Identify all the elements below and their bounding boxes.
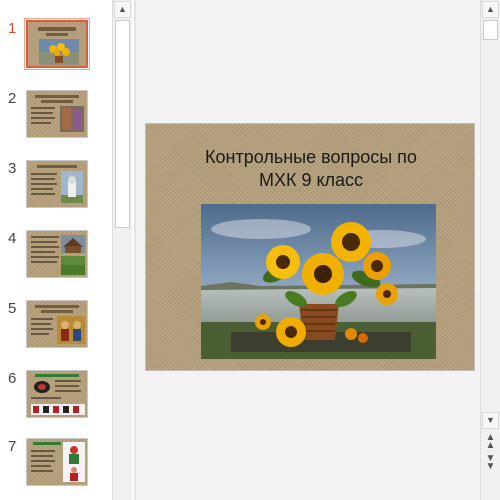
- thumbnail-text-line: [31, 328, 53, 330]
- thumbnail-title-line: [41, 100, 73, 103]
- thumbnail-image: [60, 106, 84, 132]
- double-chevron-up-icon: ▲ ▲: [485, 432, 496, 451]
- slide-thumbnail-3[interactable]: [26, 160, 88, 208]
- thumbnail-text-line: [31, 188, 53, 190]
- thumbnail-row-7[interactable]: 7: [0, 438, 112, 494]
- thumbnail-icon-image: [57, 316, 85, 344]
- scroll-down-button[interactable]: ▼: [482, 412, 499, 429]
- thumbnail-text-line: [31, 323, 51, 325]
- slide-title-line-2: МХК 9 класс: [258, 170, 364, 190]
- triangle-up-icon: ▲: [118, 4, 127, 14]
- thumbnail-text-line: [31, 112, 53, 114]
- thumbnail-text-line: [55, 380, 81, 382]
- thumbnail-text-line: [31, 236, 59, 238]
- thumbnail-text-line: [31, 251, 55, 253]
- double-chevron-down-icon: ▼ ▼: [485, 453, 496, 472]
- scrollbar-thumb[interactable]: [483, 20, 498, 40]
- thumbnail-text-line: [31, 460, 55, 462]
- thumbnail-text-line: [31, 470, 53, 472]
- slide-thumbnail-4[interactable]: [26, 230, 88, 278]
- slide-title-line-1: Контрольные вопросы по: [205, 147, 417, 167]
- thumbnail-sunflower-image: [39, 39, 79, 65]
- current-slide[interactable]: Контрольные вопросы по МХК 9 класс: [145, 123, 475, 371]
- thumbnail-number: 4: [8, 230, 17, 247]
- thumbnail-number: 1: [8, 20, 17, 37]
- thumbnail-text-line: [31, 246, 59, 248]
- next-slide-button[interactable]: ▼ ▼: [482, 453, 499, 472]
- thumbnail-number: 7: [8, 438, 17, 455]
- thumbnail-embroidery-image: [31, 404, 85, 415]
- thumbnail-scrollbar[interactable]: ▲: [112, 0, 132, 500]
- thumbnail-text-line: [31, 183, 57, 185]
- slide-thumbnail-pane: 1 2 3 4 5 6 7: [0, 0, 112, 500]
- scroll-up-button[interactable]: ▲: [114, 1, 131, 18]
- slide-thumbnail-2[interactable]: [26, 90, 88, 138]
- thumbnail-text-line: [31, 333, 49, 335]
- thumbnail-number: 2: [8, 90, 17, 107]
- thumbnail-text-line: [55, 385, 79, 387]
- sunflower-photo[interactable]: [201, 204, 436, 359]
- slide-thumbnail-5[interactable]: [26, 300, 88, 348]
- sunflower: [331, 222, 371, 262]
- thumbnail-title-line: [38, 27, 76, 31]
- sunflower: [376, 283, 398, 305]
- sunflower: [276, 317, 306, 347]
- thumbnail-title-line: [37, 165, 77, 168]
- thumbnail-text-line: [31, 122, 51, 124]
- thumbnail-text-line: [31, 318, 53, 320]
- slide-scrollbar[interactable]: ▲ ▼ ▲ ▲ ▼ ▼: [480, 0, 500, 500]
- thumbnail-text-line: [31, 193, 55, 195]
- thumbnail-number: 6: [8, 370, 17, 387]
- thumbnail-title-line: [35, 305, 79, 308]
- thumbnail-number: 5: [8, 300, 17, 317]
- thumbnail-row-4[interactable]: 4: [0, 230, 112, 286]
- thumbnail-number: 3: [8, 160, 17, 177]
- thumbnail-text-line: [55, 390, 81, 392]
- thumbnail-costume-image: [63, 442, 85, 482]
- previous-slide-button[interactable]: ▲ ▲: [482, 432, 499, 451]
- triangle-down-icon: ▼: [486, 415, 495, 425]
- thumbnail-title-line: [35, 95, 79, 98]
- thumbnail-text-line: [31, 178, 55, 180]
- thumbnail-text-line: [31, 107, 55, 109]
- thumbnail-text-line: [31, 397, 61, 399]
- scroll-up-button[interactable]: ▲: [482, 1, 499, 18]
- thumbnail-text-line: [31, 241, 57, 243]
- slide-title[interactable]: Контрольные вопросы по МХК 9 класс: [146, 146, 476, 192]
- thumbnail-ornament-image: [34, 381, 50, 393]
- thumbnail-title-line: [35, 374, 79, 377]
- slide-thumbnail-6[interactable]: [26, 370, 88, 418]
- thumbnail-title-line: [41, 310, 73, 313]
- scrollbar-thumb[interactable]: [115, 20, 130, 228]
- thumbnail-row-5[interactable]: 5: [0, 300, 112, 356]
- thumbnail-text-line: [31, 450, 55, 452]
- sunflower: [266, 245, 300, 279]
- thumbnail-text-line: [31, 117, 55, 119]
- thumbnail-text-line: [31, 173, 57, 175]
- sunflower: [255, 314, 271, 330]
- thumbnail-text-line: [31, 261, 57, 263]
- thumbnail-text-line: [31, 465, 51, 467]
- thumbnail-house-image: [61, 235, 85, 275]
- thumbnail-row-6[interactable]: 6: [0, 370, 112, 426]
- thumbnail-title-line: [33, 442, 61, 445]
- sunflower: [363, 252, 391, 280]
- thumbnail-row-1[interactable]: 1: [0, 18, 112, 76]
- slide-thumbnail-7[interactable]: [26, 438, 88, 486]
- triangle-up-icon: ▲: [486, 4, 495, 14]
- thumbnail-text-line: [31, 256, 59, 258]
- thumbnail-row-3[interactable]: 3: [0, 160, 112, 216]
- thumbnail-row-2[interactable]: 2: [0, 90, 112, 146]
- thumbnail-title-line: [46, 33, 68, 36]
- powerpoint-window: 1 2 3 4 5 6 7 ▲ Контрольные вопросы по М…: [0, 0, 500, 500]
- sunflower: [302, 253, 344, 295]
- thumbnail-church-image: [61, 171, 83, 203]
- slide-thumbnail-1[interactable]: [24, 18, 90, 70]
- thumbnail-text-line: [31, 455, 53, 457]
